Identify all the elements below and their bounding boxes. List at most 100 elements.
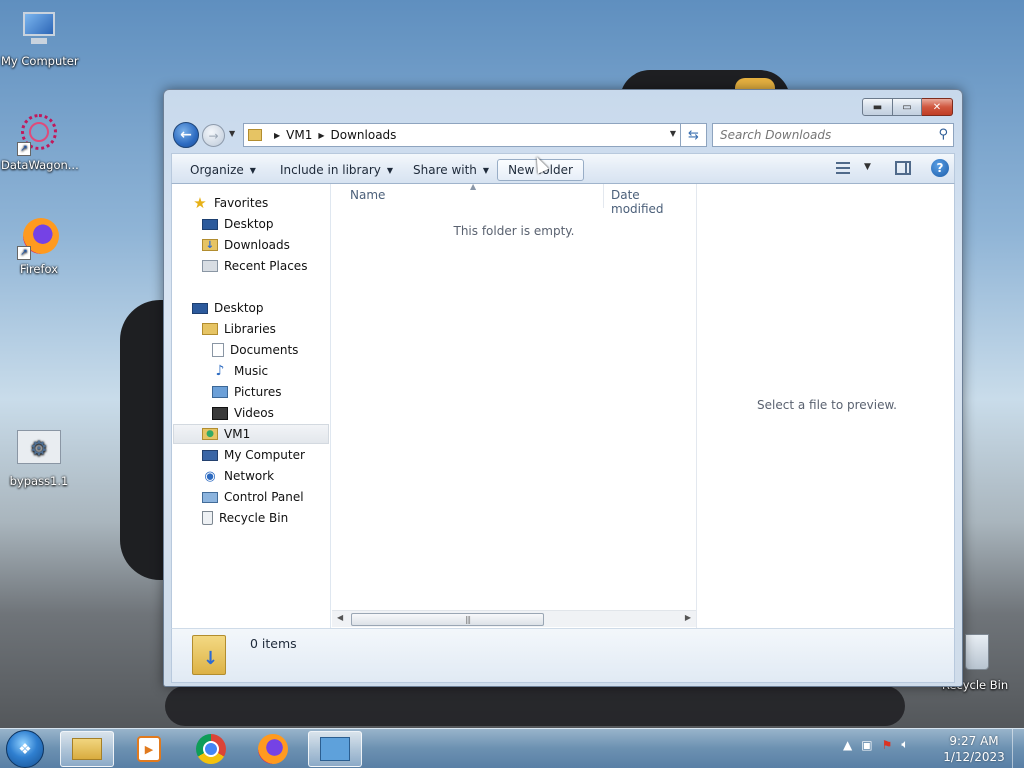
- address-bar[interactable]: ▶ VM1 ▶ Downloads ▼: [243, 123, 681, 147]
- search-box[interactable]: ⚲: [712, 123, 954, 147]
- taskbar-firefox[interactable]: [246, 731, 300, 767]
- minimize-button[interactable]: ▬: [862, 98, 893, 116]
- include-in-library-button[interactable]: Include in library ▼: [270, 159, 403, 181]
- nav-favorites-desktop[interactable]: Desktop: [202, 214, 274, 234]
- nav-desktop[interactable]: Desktop: [192, 298, 264, 318]
- nav-my-computer[interactable]: My Computer: [202, 445, 305, 465]
- recent-pages-dropdown[interactable]: ▼: [229, 129, 235, 138]
- column-header-name[interactable]: Name: [350, 188, 385, 208]
- desktop-icon-firefox[interactable]: ↗ Firefox: [1, 216, 77, 276]
- libraries-icon: [202, 323, 218, 335]
- desktop-icon-bypass[interactable]: ⚙ bypass1.1: [1, 428, 77, 488]
- network-status-icon[interactable]: ▣: [861, 738, 872, 752]
- desktop-icon-my-computer[interactable]: My Computer: [1, 8, 79, 68]
- nav-label: Pictures: [234, 385, 282, 399]
- gear-icon: ⚙: [17, 428, 61, 472]
- sort-ascending-icon: ▲: [470, 182, 477, 191]
- view-dropdown-arrow[interactable]: ▼: [864, 162, 871, 172]
- taskbar-chrome[interactable]: [184, 731, 238, 767]
- empty-folder-message: This folder is empty.: [453, 224, 575, 238]
- nav-videos[interactable]: Videos: [212, 403, 274, 423]
- nav-libraries[interactable]: Libraries: [202, 319, 276, 339]
- volume-icon[interactable]: 🔈︎: [901, 737, 908, 752]
- nav-network[interactable]: ◉ Network: [202, 466, 274, 486]
- nav-label: My Computer: [224, 448, 305, 462]
- desktop-icon-label: My Computer: [1, 54, 79, 68]
- document-icon: [212, 343, 224, 357]
- nav-label: Desktop: [214, 301, 264, 315]
- nav-music[interactable]: ♪ Music: [212, 361, 269, 381]
- nav-favorites[interactable]: ★ Favorites: [192, 193, 268, 213]
- nav-control-panel[interactable]: Control Panel: [202, 487, 304, 507]
- music-note-icon: ♪: [215, 363, 225, 379]
- refresh-button[interactable]: ⇆: [681, 123, 707, 147]
- downloads-folder-icon: ↓: [192, 635, 226, 675]
- nav-recent-places[interactable]: Recent Places: [202, 256, 307, 276]
- system-tray: ▲ ▣ ⚑ 🔈︎: [843, 737, 918, 752]
- forward-button[interactable]: →: [202, 124, 225, 147]
- column-separator[interactable]: [603, 184, 604, 208]
- maximize-button[interactable]: ▭: [893, 98, 922, 116]
- start-button[interactable]: ❖: [6, 730, 44, 768]
- address-history-dropdown[interactable]: ▼: [670, 129, 676, 138]
- scrollbar-thumb[interactable]: |||: [351, 613, 544, 626]
- nav-label: Libraries: [224, 322, 276, 336]
- desktop-icon-datawagon[interactable]: ↗ DataWagon...: [1, 112, 79, 172]
- my-computer-icon: [17, 8, 61, 52]
- details-pane: ↓ 0 items: [171, 628, 955, 683]
- clock-time: 9:27 AM: [949, 734, 999, 748]
- scroll-right-icon[interactable]: ▶: [685, 613, 691, 622]
- horizontal-scrollbar[interactable]: ◀ ||| ▶: [332, 610, 696, 627]
- close-button[interactable]: ✕: [922, 98, 953, 116]
- back-button[interactable]: ←: [173, 122, 199, 148]
- taskbar-media-player[interactable]: ▶: [122, 731, 176, 767]
- taskbar-explorer[interactable]: [60, 731, 114, 767]
- desktop-icon-label: DataWagon...: [1, 158, 79, 172]
- action-center-flag-icon[interactable]: ⚑: [882, 738, 893, 752]
- nav-label: VM1: [224, 427, 251, 441]
- search-icon[interactable]: ⚲: [938, 127, 948, 142]
- show-desktop-button[interactable]: [1012, 729, 1024, 768]
- nav-downloads[interactable]: ↓ Downloads: [202, 235, 290, 255]
- item-count: 0 items: [250, 636, 297, 651]
- file-list-pane: ▲ Name Date modified This folder is empt…: [332, 182, 696, 628]
- chevron-right-icon[interactable]: ▶: [318, 131, 324, 140]
- desktop-icon-label: bypass1.1: [9, 474, 69, 488]
- chevron-down-icon: ▼: [386, 165, 394, 175]
- firefox-icon: ↗: [17, 216, 61, 260]
- taskbar-remote-app[interactable]: [308, 731, 362, 767]
- chevron-right-icon[interactable]: ▶: [274, 131, 280, 140]
- chrome-icon: [196, 734, 226, 764]
- nav-recycle-bin[interactable]: Recycle Bin: [202, 508, 288, 528]
- media-player-icon: ▶: [137, 736, 161, 762]
- navigation-bar: ← → ▼ ▶ VM1 ▶ Downloads ▼ ⇆ ⚲: [172, 122, 954, 148]
- breadcrumb-downloads[interactable]: Downloads: [331, 128, 397, 142]
- organize-button[interactable]: Organize ▼: [180, 159, 266, 181]
- network-icon: ◉: [204, 468, 216, 484]
- share-with-button[interactable]: Share with ▼: [403, 159, 499, 181]
- grip-icon: |||: [465, 615, 471, 624]
- view-options-icon[interactable]: [836, 162, 850, 174]
- control-panel-icon: [202, 491, 218, 503]
- breadcrumb-vm1[interactable]: VM1: [286, 128, 312, 142]
- desktop-icon-label: Firefox: [19, 262, 59, 276]
- nav-documents[interactable]: Documents: [212, 340, 298, 360]
- nav-pictures[interactable]: Pictures: [212, 382, 282, 402]
- help-icon[interactable]: ?: [931, 159, 949, 177]
- recycle-bin-icon: [202, 511, 213, 525]
- command-bar: Organize ▼ Include in library ▼ Share wi…: [171, 153, 955, 184]
- taskbar-clock[interactable]: 9:27 AM 1/12/2023: [938, 733, 1010, 765]
- preview-pane-icon[interactable]: [895, 161, 911, 175]
- search-input[interactable]: [720, 128, 920, 142]
- column-header-date-modified[interactable]: Date modified: [611, 188, 696, 216]
- show-hidden-icons-icon[interactable]: ▲: [843, 738, 852, 752]
- folder-icon: [248, 129, 262, 141]
- nav-vm1[interactable]: ● VM1: [173, 424, 329, 444]
- desktop-icon: [192, 302, 208, 314]
- chevron-down-icon: ▼: [229, 129, 236, 138]
- scroll-left-icon[interactable]: ◀: [337, 613, 343, 622]
- explorer-window: ▬ ▭ ✕ ← → ▼ ▶ VM1 ▶ Downloads ▼ ⇆ ⚲ Orga…: [163, 89, 963, 687]
- desktop-icon: [202, 218, 218, 230]
- refresh-icon: ⇆: [688, 127, 699, 143]
- nav-label: Network: [224, 469, 275, 483]
